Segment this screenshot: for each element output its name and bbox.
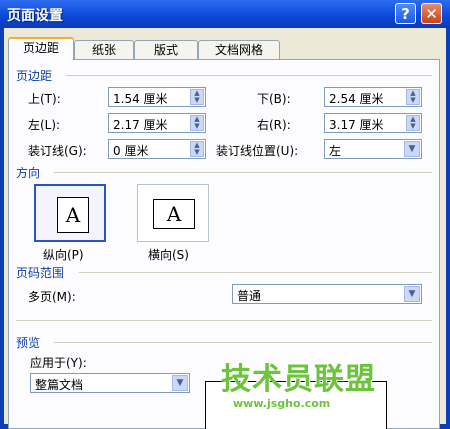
landscape-option[interactable]: A <box>137 184 209 242</box>
left-margin-label: 左(L): <box>28 118 61 132</box>
top-margin-input[interactable]: 1.54 厘米 ▲ ▼ <box>108 87 206 107</box>
tab-paper[interactable]: 纸张 <box>74 40 134 59</box>
gutter-value: 0 厘米 <box>113 144 149 158</box>
portrait-option[interactable]: A <box>34 184 106 242</box>
watermark-text: 技术员联盟 <box>221 362 376 397</box>
portrait-label[interactable]: 纵向(P) <box>43 246 84 263</box>
gutter-position-value: 左 <box>329 144 342 158</box>
gutter-label: 装订线(G): <box>28 144 87 158</box>
apply-to-label: 应用于(Y): <box>30 356 87 370</box>
left-margin-input[interactable]: 2.17 厘米 ▲ ▼ <box>108 113 206 133</box>
close-button[interactable]: ✕ <box>421 3 442 24</box>
gutter-input[interactable]: 0 厘米 ▲ ▼ <box>108 139 206 159</box>
chevron-down-icon[interactable]: ▼ <box>404 286 420 302</box>
gutter-position-label: 装订线位置(U): <box>216 144 299 158</box>
apply-to-value: 整篇文档 <box>35 378 84 392</box>
tab-doc-grid[interactable]: 文档网格 <box>198 40 280 59</box>
orientation-divider <box>54 172 432 173</box>
spinner-arrows-icon[interactable]: ▲ ▼ <box>190 89 204 105</box>
preview-heading: 预览 <box>16 336 41 350</box>
margins-heading: 页边距 <box>16 69 53 83</box>
landscape-label[interactable]: 横向(S) <box>148 246 189 263</box>
apply-to-select[interactable]: 整篇文档 ▼ <box>30 373 190 393</box>
bottom-margin-label: 下(B): <box>257 92 291 106</box>
title-bar: 页面设置 ? ✕ <box>0 0 450 28</box>
help-button[interactable]: ? <box>395 3 416 24</box>
spinner-arrows-icon[interactable]: ▲ ▼ <box>190 141 204 157</box>
portrait-page-icon: A <box>57 197 89 233</box>
right-margin-label: 右(R): <box>257 118 291 132</box>
spinner-arrows-icon[interactable]: ▲ ▼ <box>406 115 420 131</box>
bottom-margin-input[interactable]: 2.54 厘米 ▲ ▼ <box>324 87 422 107</box>
top-margin-label: 上(T): <box>28 92 61 106</box>
pages-bottom-divider <box>16 320 432 321</box>
window-title: 页面设置 <box>7 8 63 24</box>
tab-margins[interactable]: 页边距 <box>8 37 74 60</box>
right-margin-value: 3.17 厘米 <box>329 118 384 132</box>
left-margin-value: 2.17 厘米 <box>113 118 168 132</box>
multiple-pages-select[interactable]: 普通 ▼ <box>232 284 422 304</box>
spinner-arrows-icon[interactable]: ▲ ▼ <box>406 89 420 105</box>
tab-layout[interactable]: 版式 <box>134 40 198 59</box>
spinner-arrows-icon[interactable]: ▲ ▼ <box>190 115 204 131</box>
preview-divider <box>54 342 432 343</box>
top-margin-value: 1.54 厘米 <box>113 92 168 106</box>
pages-heading: 页码范围 <box>16 266 65 280</box>
pages-divider <box>79 272 432 273</box>
orientation-heading: 方向 <box>16 166 41 180</box>
right-margin-input[interactable]: 3.17 厘米 ▲ ▼ <box>324 113 422 133</box>
gutter-position-select[interactable]: 左 ▼ <box>324 139 422 159</box>
landscape-page-icon: A <box>153 199 195 229</box>
watermark-url: www.jsgho.com <box>233 397 331 410</box>
chevron-down-icon[interactable]: ▼ <box>404 141 420 157</box>
multiple-pages-label: 多页(M): <box>28 290 76 304</box>
margins-divider <box>66 75 432 76</box>
bottom-margin-value: 2.54 厘米 <box>329 92 384 106</box>
chevron-down-icon[interactable]: ▼ <box>172 375 188 391</box>
multiple-pages-value: 普通 <box>237 289 262 303</box>
